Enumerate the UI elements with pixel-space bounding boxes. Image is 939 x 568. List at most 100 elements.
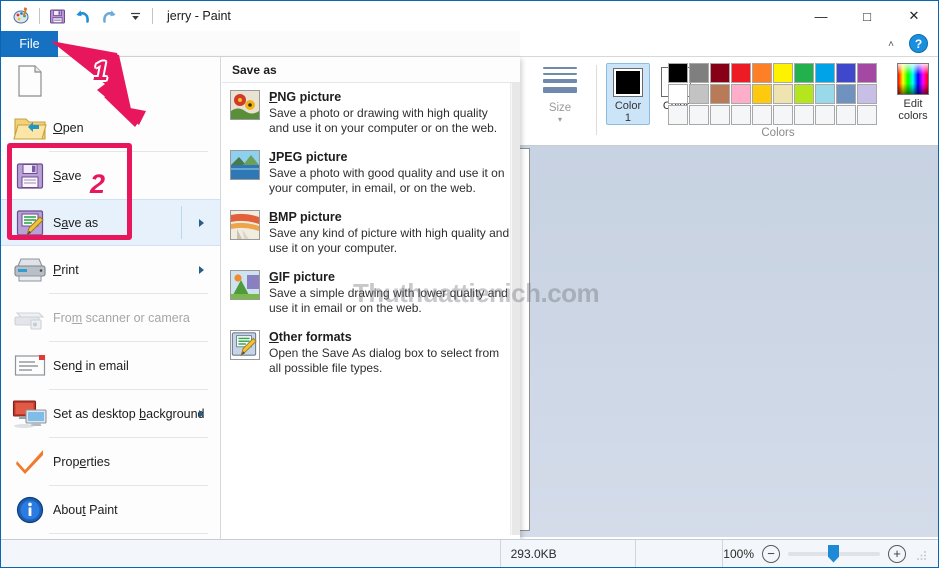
palette-swatch-3-9[interactable] [836, 105, 856, 125]
color-1-label-line2: 1 [624, 112, 632, 124]
info-icon [11, 492, 49, 528]
file-menu-item-label: Save [53, 168, 82, 183]
save-as-option-other-formats[interactable]: Other formats Open the Save As dialog box… [222, 323, 520, 383]
palette-swatch-1-9[interactable] [836, 63, 856, 83]
paint-palette-icon[interactable] [9, 4, 35, 28]
palette-swatch-1-1[interactable] [668, 63, 688, 83]
bmp-brush-thumbnail [230, 210, 260, 240]
size-label: Size [548, 102, 572, 114]
save-as-option-description: Save a simple drawing with lower quality… [269, 286, 508, 315]
zoom-slider-track[interactable] [788, 544, 880, 563]
palette-swatch-2-10[interactable] [857, 84, 877, 104]
palette-swatch-2-8[interactable] [815, 84, 835, 104]
scrollbar-thumb[interactable] [512, 83, 520, 535]
ribbon-top-strip: ˄ ? [520, 31, 938, 57]
palette-swatch-2-9[interactable] [836, 84, 856, 104]
colors-group-label: Colors [761, 127, 795, 139]
undo-icon[interactable] [70, 4, 96, 28]
save-as-option-gif-picture[interactable]: GIF picture Save a simple drawing with lo… [222, 263, 520, 323]
palette-swatch-2-4[interactable] [731, 84, 751, 104]
qat-separator-1 [39, 8, 40, 24]
size-chevron-down-icon[interactable]: ▾ [558, 115, 562, 124]
file-menu-item-from-scanner-or-camera: From scanner or camera [1, 294, 220, 341]
zoom-out-button[interactable]: − [762, 544, 780, 563]
palette-swatch-1-4[interactable] [731, 63, 751, 83]
color-1-button[interactable]: Color 1 [606, 63, 650, 125]
quick-access-toolbar: jerry - Paint [1, 1, 231, 31]
save-as-option-png-picture[interactable]: PNG picture Save a photo or drawing with … [222, 83, 520, 143]
submenu-chevron-right-icon [199, 218, 204, 227]
palette-swatch-1-2[interactable] [689, 63, 709, 83]
qat-separator-2 [152, 8, 153, 24]
save-icon[interactable] [44, 4, 70, 28]
resize-grip-icon[interactable] [916, 548, 928, 560]
tab-strip-background [58, 31, 520, 57]
file-menu-item-set-as-desktop-background[interactable]: Set as desktop background [1, 390, 220, 437]
palette-swatch-3-7[interactable] [794, 105, 814, 125]
size-group[interactable]: Size ▾ [532, 61, 588, 143]
file-menu-item-save[interactable]: Save [1, 152, 220, 199]
palette-swatch-3-3[interactable] [710, 105, 730, 125]
palette-swatch-2-7[interactable] [794, 84, 814, 104]
palette-swatch-3-6[interactable] [773, 105, 793, 125]
file-menu-item-label: Send in email [53, 358, 129, 373]
save-as-scrollbar[interactable] [510, 83, 520, 535]
save-as-option-jpeg-picture[interactable]: JPEG picture Save a photo with good quali… [222, 143, 520, 203]
file-menu-item-print[interactable]: Print [1, 246, 220, 293]
palette-swatch-1-5[interactable] [752, 63, 772, 83]
save-as-pane-heading: Save as [222, 57, 520, 83]
palette-swatch-2-1[interactable] [668, 84, 688, 104]
palette-swatch-2-5[interactable] [752, 84, 772, 104]
palette-swatch-3-5[interactable] [752, 105, 772, 125]
save-as-option-bmp-picture[interactable]: BMP picture Save any kind of picture with… [222, 203, 520, 263]
palette-swatch-2-6[interactable] [773, 84, 793, 104]
palette-swatch-3-2[interactable] [689, 105, 709, 125]
palette-swatch-1-6[interactable] [773, 63, 793, 83]
redo-icon[interactable] [96, 4, 122, 28]
minimize-button[interactable]: — [798, 1, 844, 31]
maximize-button[interactable]: □ [844, 1, 890, 31]
zoom-in-button[interactable]: + [888, 544, 906, 563]
email-icon [11, 348, 49, 384]
customize-qat-chevron-down-icon[interactable] [122, 4, 148, 28]
palette-swatch-2-3[interactable] [710, 84, 730, 104]
palette-swatch-1-7[interactable] [794, 63, 814, 83]
file-menu-item-open[interactable]: Open [1, 104, 220, 151]
floppy-disk-pencil-icon [11, 205, 49, 241]
png-flower-thumbnail [230, 90, 260, 120]
collapse-ribbon-chevron-up-icon[interactable]: ˄ [882, 36, 900, 52]
palette-swatch-3-1[interactable] [668, 105, 688, 125]
file-menu-item-save-as[interactable]: Save as [1, 199, 220, 246]
palette-swatch-1-3[interactable] [710, 63, 730, 83]
submenu-separator [181, 206, 182, 239]
palette-swatch-3-4[interactable] [731, 105, 751, 125]
file-menu-item-properties[interactable]: Properties [1, 438, 220, 485]
file-menu-item-about-paint[interactable]: About Paint [1, 486, 220, 533]
palette-swatch-1-10[interactable] [857, 63, 877, 83]
save-as-format-list: PNG picture Save a photo or drawing with … [222, 83, 520, 383]
canvas-area[interactable] [504, 146, 938, 537]
help-icon[interactable]: ? [909, 34, 928, 53]
color-palette [668, 63, 878, 126]
save-as-option-title: BMP picture [269, 210, 342, 224]
palette-swatch-2-2[interactable] [689, 84, 709, 104]
status-file-size: 293.0KB [501, 540, 636, 567]
orange-check-icon [11, 444, 49, 480]
palette-swatch-1-8[interactable] [815, 63, 835, 83]
annotation-number-2: 2 [90, 169, 106, 199]
save-as-option-text: GIF picture Save a simple drawing with lo… [269, 270, 510, 316]
save-as-option-text: Other formats Open the Save As dialog box… [269, 330, 510, 376]
file-menu-item-send-in-email[interactable]: Send in email [1, 342, 220, 389]
zoom-slider-thumb[interactable] [828, 544, 839, 563]
palette-swatch-3-10[interactable] [857, 105, 877, 125]
tab-file[interactable]: File [1, 31, 58, 57]
edit-colors-button[interactable]: Edit colors [890, 63, 936, 122]
submenu-chevron-right-icon [199, 265, 204, 274]
palette-swatch-3-8[interactable] [815, 105, 835, 125]
close-button[interactable]: ✕ [890, 1, 938, 31]
save-as-pane: Save as PNG picture Save a photo or drawi… [222, 57, 520, 541]
file-menu-item-new[interactable] [1, 57, 220, 104]
window-title: jerry - Paint [167, 9, 231, 23]
color-1-label-line1: Color [614, 100, 642, 112]
file-menu-item-label: Open [53, 120, 84, 135]
